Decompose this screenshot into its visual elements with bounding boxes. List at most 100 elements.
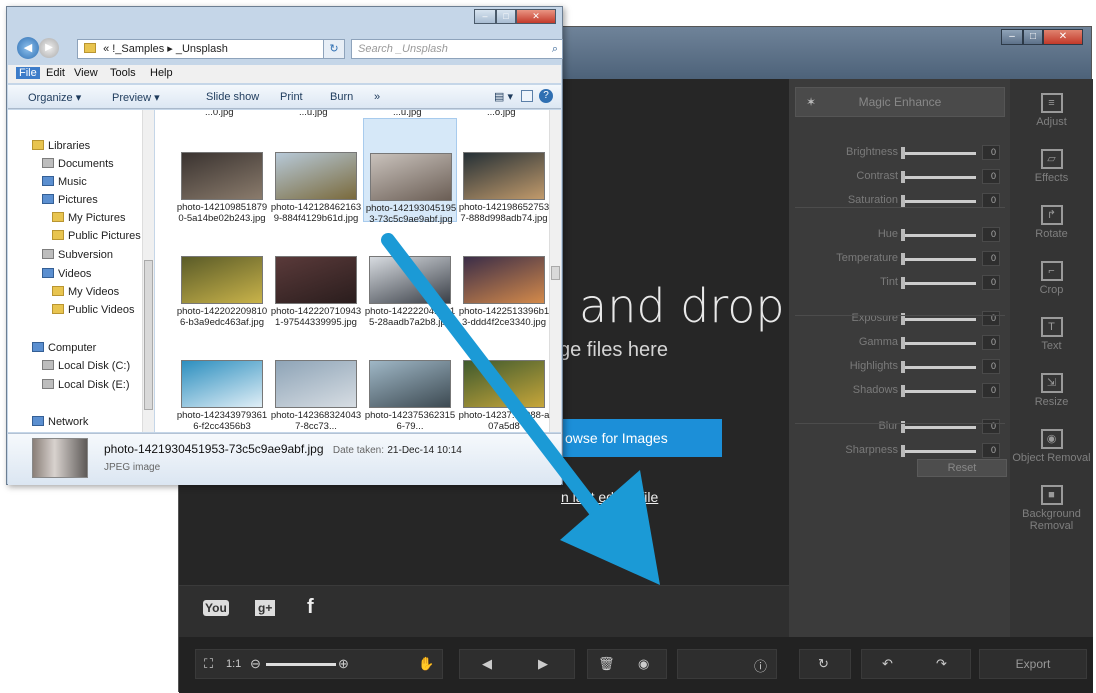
nav-item-local-disk-c-[interactable]: Local Disk (C:) — [42, 360, 130, 372]
slider-value[interactable]: 0 — [982, 251, 1000, 266]
redo-icon[interactable]: ↷ — [936, 656, 947, 672]
slider-value[interactable]: 0 — [982, 169, 1000, 184]
menu-edit[interactable]: Edit — [46, 67, 65, 79]
nav-item-libraries[interactable]: Libraries — [32, 140, 90, 152]
scrollbar-thumb[interactable] — [551, 266, 560, 280]
slider-handle[interactable] — [901, 277, 905, 289]
menu-help[interactable]: Help — [150, 67, 173, 79]
file-tile[interactable]: photo-1421986527537-888d998adb74.jpg — [457, 118, 551, 224]
facebook-icon[interactable]: f — [307, 596, 314, 619]
file-tile[interactable]: photo-1422220418315-28aadb7a2b8.jpg — [363, 222, 457, 328]
slider-handle[interactable] — [901, 445, 905, 457]
slider-handle[interactable] — [901, 361, 905, 373]
slider-handle[interactable] — [901, 253, 905, 265]
slider-value[interactable]: 0 — [982, 193, 1000, 208]
slider-handle[interactable] — [901, 337, 905, 349]
tool-effects[interactable]: ▱ Effects — [1010, 149, 1093, 184]
tool-object-removal[interactable]: ◉ Object Removal — [1010, 429, 1093, 464]
reset-view-icon[interactable]: ↻ — [818, 656, 829, 672]
slider-value[interactable]: 0 — [982, 275, 1000, 290]
file-tile[interactable]: photo-1422207109431-97544339995.jpg — [269, 222, 363, 328]
command-4[interactable]: Burn — [330, 91, 353, 103]
slider-handle[interactable] — [901, 171, 905, 183]
slider-track[interactable] — [904, 366, 976, 369]
command-2[interactable]: Slide show — [206, 91, 259, 103]
slider-value[interactable]: 0 — [982, 383, 1000, 398]
command-1[interactable]: Preview ▾ — [112, 91, 160, 104]
nav-item-music[interactable]: Music — [42, 176, 87, 188]
tool-text[interactable]: T Text — [1010, 317, 1093, 352]
slider-handle[interactable] — [901, 147, 905, 159]
slider-handle[interactable] — [901, 229, 905, 241]
forward-button[interactable]: ▶ — [39, 38, 59, 58]
previous-image-icon[interactable]: ◀ — [482, 656, 492, 672]
nav-item-documents[interactable]: Documents — [42, 158, 114, 170]
minimize-button[interactable]: – — [1001, 29, 1023, 45]
slider-track[interactable] — [904, 234, 976, 237]
nav-item-subversion[interactable]: Subversion — [42, 249, 113, 261]
slider-track[interactable] — [904, 342, 976, 345]
scrollbar-thumb[interactable] — [144, 260, 153, 410]
maximize-button[interactable]: □ — [1023, 29, 1043, 45]
menu-view[interactable]: View — [74, 67, 98, 79]
export-button[interactable]: Export — [979, 649, 1087, 679]
zoom-slider[interactable] — [266, 663, 336, 666]
maximize-button[interactable]: □ — [496, 9, 516, 24]
view-options-icon[interactable]: ▤ ▾ — [494, 90, 513, 103]
delete-icon[interactable]: 🗑 — [598, 656, 615, 672]
preview-eye-icon[interactable]: ◉ — [638, 656, 649, 672]
slider-value[interactable]: 0 — [982, 419, 1000, 434]
slider-value[interactable]: 0 — [982, 335, 1000, 350]
slider-handle[interactable] — [901, 385, 905, 397]
command-3[interactable]: Print — [280, 91, 303, 103]
refresh-button[interactable]: ↻ — [323, 39, 345, 59]
file-tile[interactable]: photo-1422022098106-b3a9edc463af.jpg — [175, 222, 269, 328]
command-5[interactable]: » — [374, 91, 380, 103]
nav-item-local-disk-e-[interactable]: Local Disk (E:) — [42, 379, 130, 391]
next-image-icon[interactable]: ▶ — [538, 656, 548, 672]
file-tile[interactable]: photo-1421098518790-5a14be02b243.jpg — [175, 118, 269, 224]
nav-item-public-videos[interactable]: Public Videos — [52, 304, 134, 316]
close-button[interactable]: ✕ — [516, 9, 556, 24]
google-plus-icon[interactable]: g+ — [255, 600, 276, 616]
nav-item-public-pictures[interactable]: Public Pictures — [52, 230, 141, 242]
slider-track[interactable] — [904, 176, 976, 179]
file-tile[interactable]: photo-1421930451953-73c5c9ae9abf.jpg — [363, 118, 457, 225]
slider-value[interactable]: 0 — [982, 227, 1000, 242]
file-tile[interactable]: photo-1423683240437-8cc73... — [269, 326, 363, 432]
magic-enhance-button[interactable]: ✶ Magic Enhance — [795, 87, 1005, 117]
nav-item-videos[interactable]: Videos — [42, 268, 91, 280]
command-0[interactable]: Organize ▾ — [28, 91, 81, 104]
zoom-out-icon[interactable]: ⊖ — [250, 656, 261, 672]
file-tile[interactable]: photo-1422513396b13-ddd4f2ce3340.jpg — [457, 222, 551, 328]
nav-scrollbar[interactable] — [142, 110, 154, 432]
tool-adjust[interactable]: ≡ Adjust — [1010, 93, 1093, 128]
slider-track[interactable] — [904, 318, 976, 321]
help-icon[interactable]: ? — [539, 89, 553, 103]
open-last-edited-link[interactable]: n last edited file — [561, 489, 658, 505]
slider-value[interactable]: 0 — [982, 443, 1000, 458]
zoom-1-1-button[interactable]: 1:1 — [226, 658, 241, 670]
menu-tools[interactable]: Tools — [110, 67, 136, 79]
slider-track[interactable] — [904, 390, 976, 393]
info-icon[interactable]: ⓘ — [754, 656, 767, 675]
slider-value[interactable]: 0 — [982, 311, 1000, 326]
nav-item-my-videos[interactable]: My Videos — [52, 286, 119, 298]
slider-handle[interactable] — [901, 195, 905, 207]
slider-value[interactable]: 0 — [982, 359, 1000, 374]
nav-item-computer[interactable]: Computer — [32, 342, 96, 354]
address-bar[interactable]: « !_Samples ▸ _Unsplash — [77, 39, 339, 59]
nav-item-network[interactable]: Network — [32, 416, 88, 428]
close-button[interactable]: ✕ — [1043, 29, 1083, 45]
pan-hand-icon[interactable]: ✋ — [418, 656, 434, 672]
browse-images-button[interactable]: owse for Images — [559, 419, 722, 457]
slider-track[interactable] — [904, 282, 976, 285]
back-button[interactable]: ◀ — [17, 37, 39, 59]
nav-item-pictures[interactable]: Pictures — [42, 194, 98, 206]
nav-item-my-pictures[interactable]: My Pictures — [52, 212, 125, 224]
undo-icon[interactable]: ↶ — [882, 656, 893, 672]
search-icon[interactable]: ⌕ — [552, 40, 558, 58]
slider-track[interactable] — [904, 200, 976, 203]
slider-track[interactable] — [904, 426, 976, 429]
tool-resize[interactable]: ⇲ Resize — [1010, 373, 1093, 408]
